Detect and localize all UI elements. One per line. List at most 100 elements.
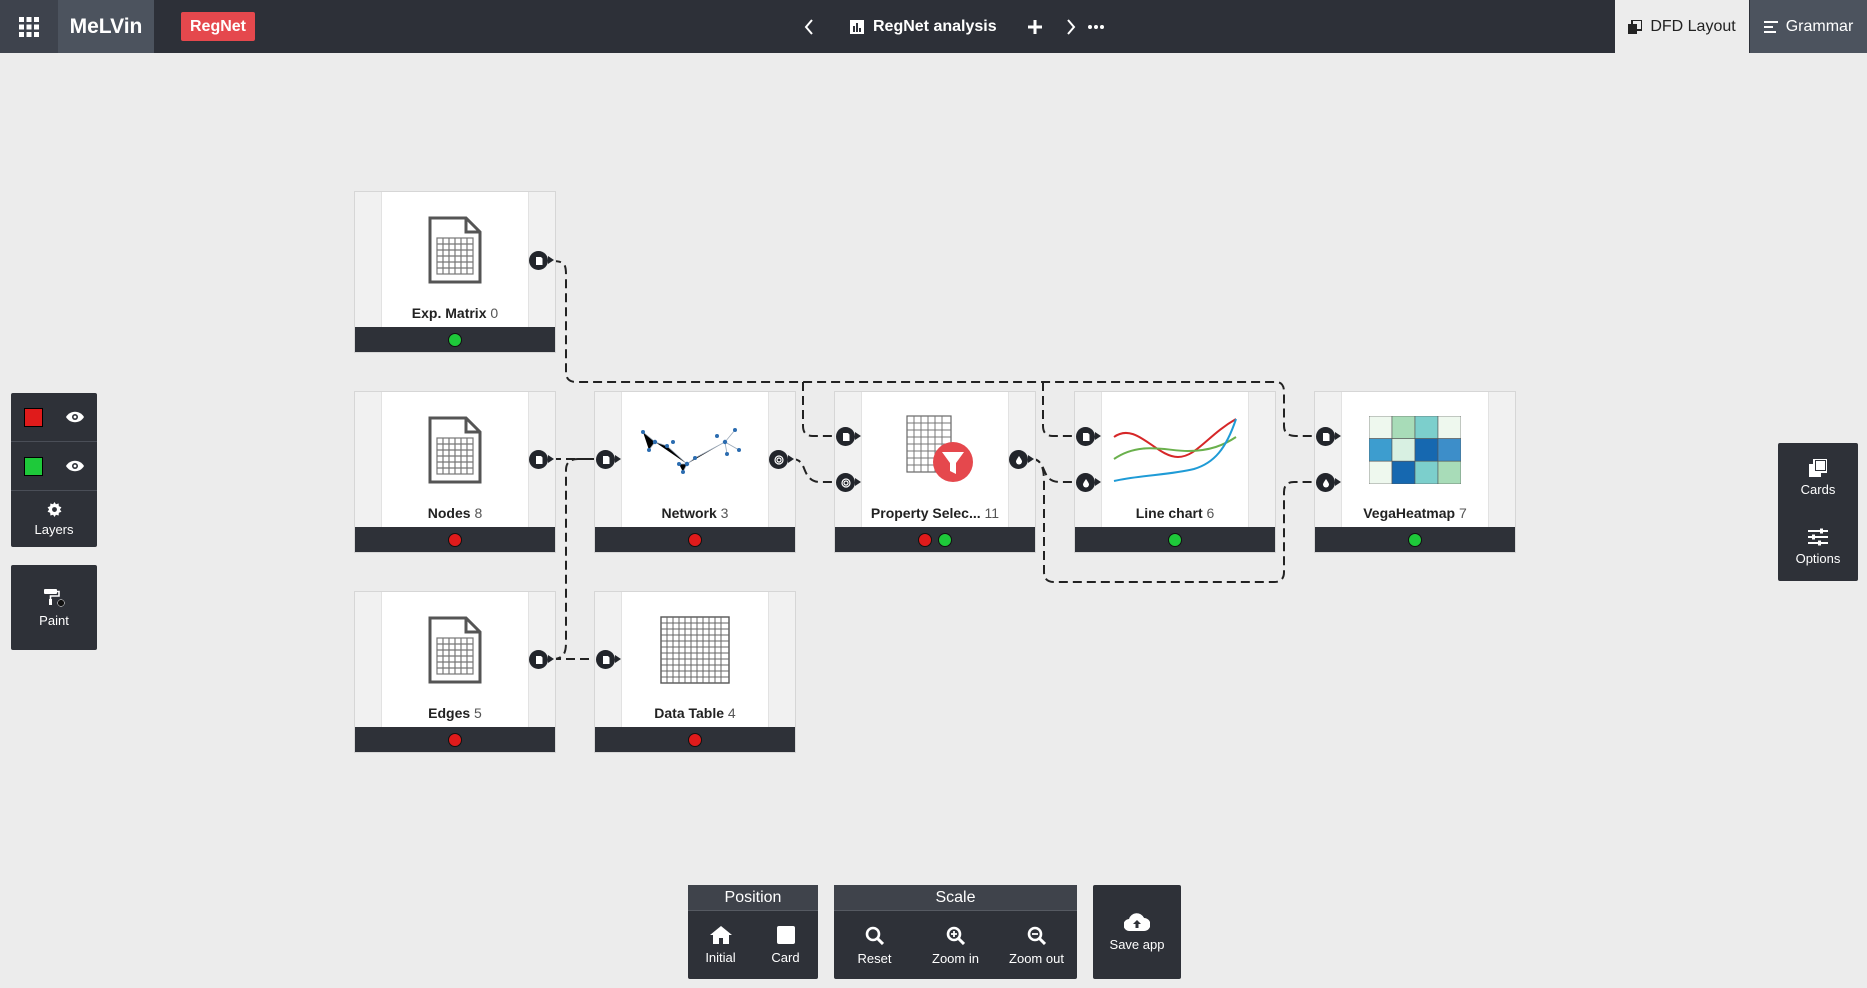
paint-button[interactable]: Paint	[11, 565, 97, 650]
card-title: Property Selec...	[870, 505, 981, 521]
position-group: Position Initial Card	[688, 885, 818, 979]
scale-title: Scale	[834, 885, 1077, 911]
card-input-strip	[1315, 392, 1342, 527]
line-chart-icon	[1102, 414, 1248, 486]
table-filter-icon	[862, 414, 1008, 486]
card-id: 4	[727, 705, 736, 721]
card-id: 7	[1458, 505, 1467, 521]
green-layer-dot	[1168, 532, 1182, 547]
card-vega-heatmap[interactable]: VegaHeatmap 7	[1315, 392, 1515, 552]
input-port-file-icon[interactable]	[1316, 427, 1341, 446]
card-id: 0	[490, 305, 499, 321]
scale-reset-button[interactable]: Reset	[834, 911, 915, 980]
card-line-chart[interactable]: Line chart 6	[1075, 392, 1275, 552]
card-id: 5	[474, 705, 482, 721]
input-port-drop-icon[interactable]	[1316, 473, 1341, 492]
save-app-label: Save app	[1109, 936, 1165, 952]
tab-dfd-label: DFD Layout	[1650, 17, 1736, 35]
card-status-bar	[355, 527, 555, 552]
red-layer-dot	[918, 532, 932, 547]
layer-color-swatch[interactable]	[24, 407, 43, 427]
red-layer-dot	[448, 732, 462, 747]
cards-label: Cards	[1800, 481, 1836, 497]
input-port-file-icon[interactable]	[836, 427, 861, 446]
wire-expmatrix-to-propselector	[802, 382, 834, 437]
input-port-file-icon[interactable]	[1076, 427, 1101, 446]
top-bar: MeLVin RegNet RegNet analysis DFD Layout…	[0, 0, 1867, 53]
card-title: Edges	[428, 705, 471, 721]
wire-expmatrix-to-linechart	[1042, 382, 1073, 437]
card-id: 3	[720, 505, 729, 521]
tab-dfd-layout[interactable]: DFD Layout	[1615, 0, 1749, 53]
ellipsis-icon	[1088, 24, 1104, 29]
card-label: Edges 5	[382, 705, 528, 721]
cards-button[interactable]: Cards	[1778, 443, 1858, 512]
position-initial-button[interactable]: Initial	[688, 911, 753, 980]
zoom-in-icon	[946, 926, 965, 945]
bar-chart-icon	[850, 19, 864, 34]
card-output-strip	[1488, 392, 1515, 527]
grid-table-icon	[622, 614, 768, 686]
red-layer-dot	[688, 732, 702, 747]
output-port-drop-icon[interactable]	[1009, 450, 1034, 469]
zoom-in-button[interactable]: Zoom in	[915, 911, 996, 980]
card-body: Line chart 6	[1102, 392, 1248, 527]
input-port-file-icon[interactable]	[596, 450, 621, 469]
chevron-left-icon	[804, 18, 813, 35]
input-port-drop-icon[interactable]	[1076, 473, 1101, 492]
right-panel: Cards Options	[1778, 443, 1858, 581]
options-label: Options	[1795, 550, 1841, 566]
layers-button[interactable]: Layers	[11, 491, 97, 547]
output-port-file-icon[interactable]	[529, 650, 554, 669]
save-app-button[interactable]: Save app	[1093, 885, 1181, 979]
save-app-inner: Save app	[1093, 885, 1181, 979]
output-port-file-icon[interactable]	[529, 450, 554, 469]
card-data-table[interactable]: Data Table 4	[595, 592, 795, 752]
card-input-strip	[355, 192, 382, 327]
eye-icon[interactable]	[65, 460, 85, 472]
card-nodes[interactable]: Nodes 8	[355, 392, 555, 552]
clone-icon	[1809, 458, 1827, 477]
card-id: 8	[474, 505, 483, 521]
layers-label: Layers	[34, 521, 74, 537]
next-analysis-button[interactable]	[1060, 0, 1082, 53]
position-card-label: Card	[771, 950, 800, 965]
grid-icon	[19, 16, 39, 37]
card-network[interactable]: Network 3	[595, 392, 795, 552]
green-layer-dot	[938, 532, 952, 547]
project-badge[interactable]: RegNet	[181, 12, 256, 41]
input-port-target-icon[interactable]	[836, 473, 861, 492]
previous-analysis-button[interactable]	[798, 0, 820, 53]
card-label: Property Selec... 11	[862, 505, 1008, 521]
card-label: Nodes 8	[382, 505, 528, 521]
square-icon	[776, 926, 795, 944]
output-port-file-icon[interactable]	[529, 251, 554, 270]
tab-grammar[interactable]: Grammar	[1750, 0, 1867, 53]
analysis-title[interactable]: RegNet analysis	[850, 0, 997, 53]
file-table-icon	[382, 214, 528, 286]
paint-label: Paint	[39, 612, 69, 628]
options-button[interactable]: Options	[1778, 512, 1858, 581]
more-options-button[interactable]	[1085, 0, 1107, 53]
card-body: Exp. Matrix 0	[382, 192, 528, 327]
position-initial-label: Initial	[705, 950, 736, 965]
card-title: Exp. Matrix	[411, 305, 487, 321]
position-card-button[interactable]: Card	[753, 911, 818, 980]
card-body: VegaHeatmap 7	[1342, 392, 1488, 527]
card-label: Data Table 4	[622, 705, 768, 721]
apps-menu-button[interactable]	[0, 0, 58, 53]
add-analysis-button[interactable]	[1024, 0, 1046, 53]
layer-color-swatch[interactable]	[24, 456, 43, 476]
zoom-out-button[interactable]: Zoom out	[996, 911, 1077, 980]
input-port-file-icon[interactable]	[596, 650, 621, 669]
output-port-target-icon[interactable]	[769, 450, 794, 469]
card-property-selector[interactable]: Property Selec... 11	[835, 392, 1035, 552]
card-status-bar	[1315, 527, 1515, 552]
card-body: Edges 5	[382, 592, 528, 727]
card-id: 6	[1206, 505, 1215, 521]
card-input-strip	[355, 392, 382, 527]
zoom-out-label: Zoom out	[1009, 950, 1064, 966]
card-exp-matrix[interactable]: Exp. Matrix 0	[355, 192, 555, 352]
card-edges[interactable]: Edges 5	[355, 592, 555, 752]
eye-icon[interactable]	[65, 411, 85, 423]
